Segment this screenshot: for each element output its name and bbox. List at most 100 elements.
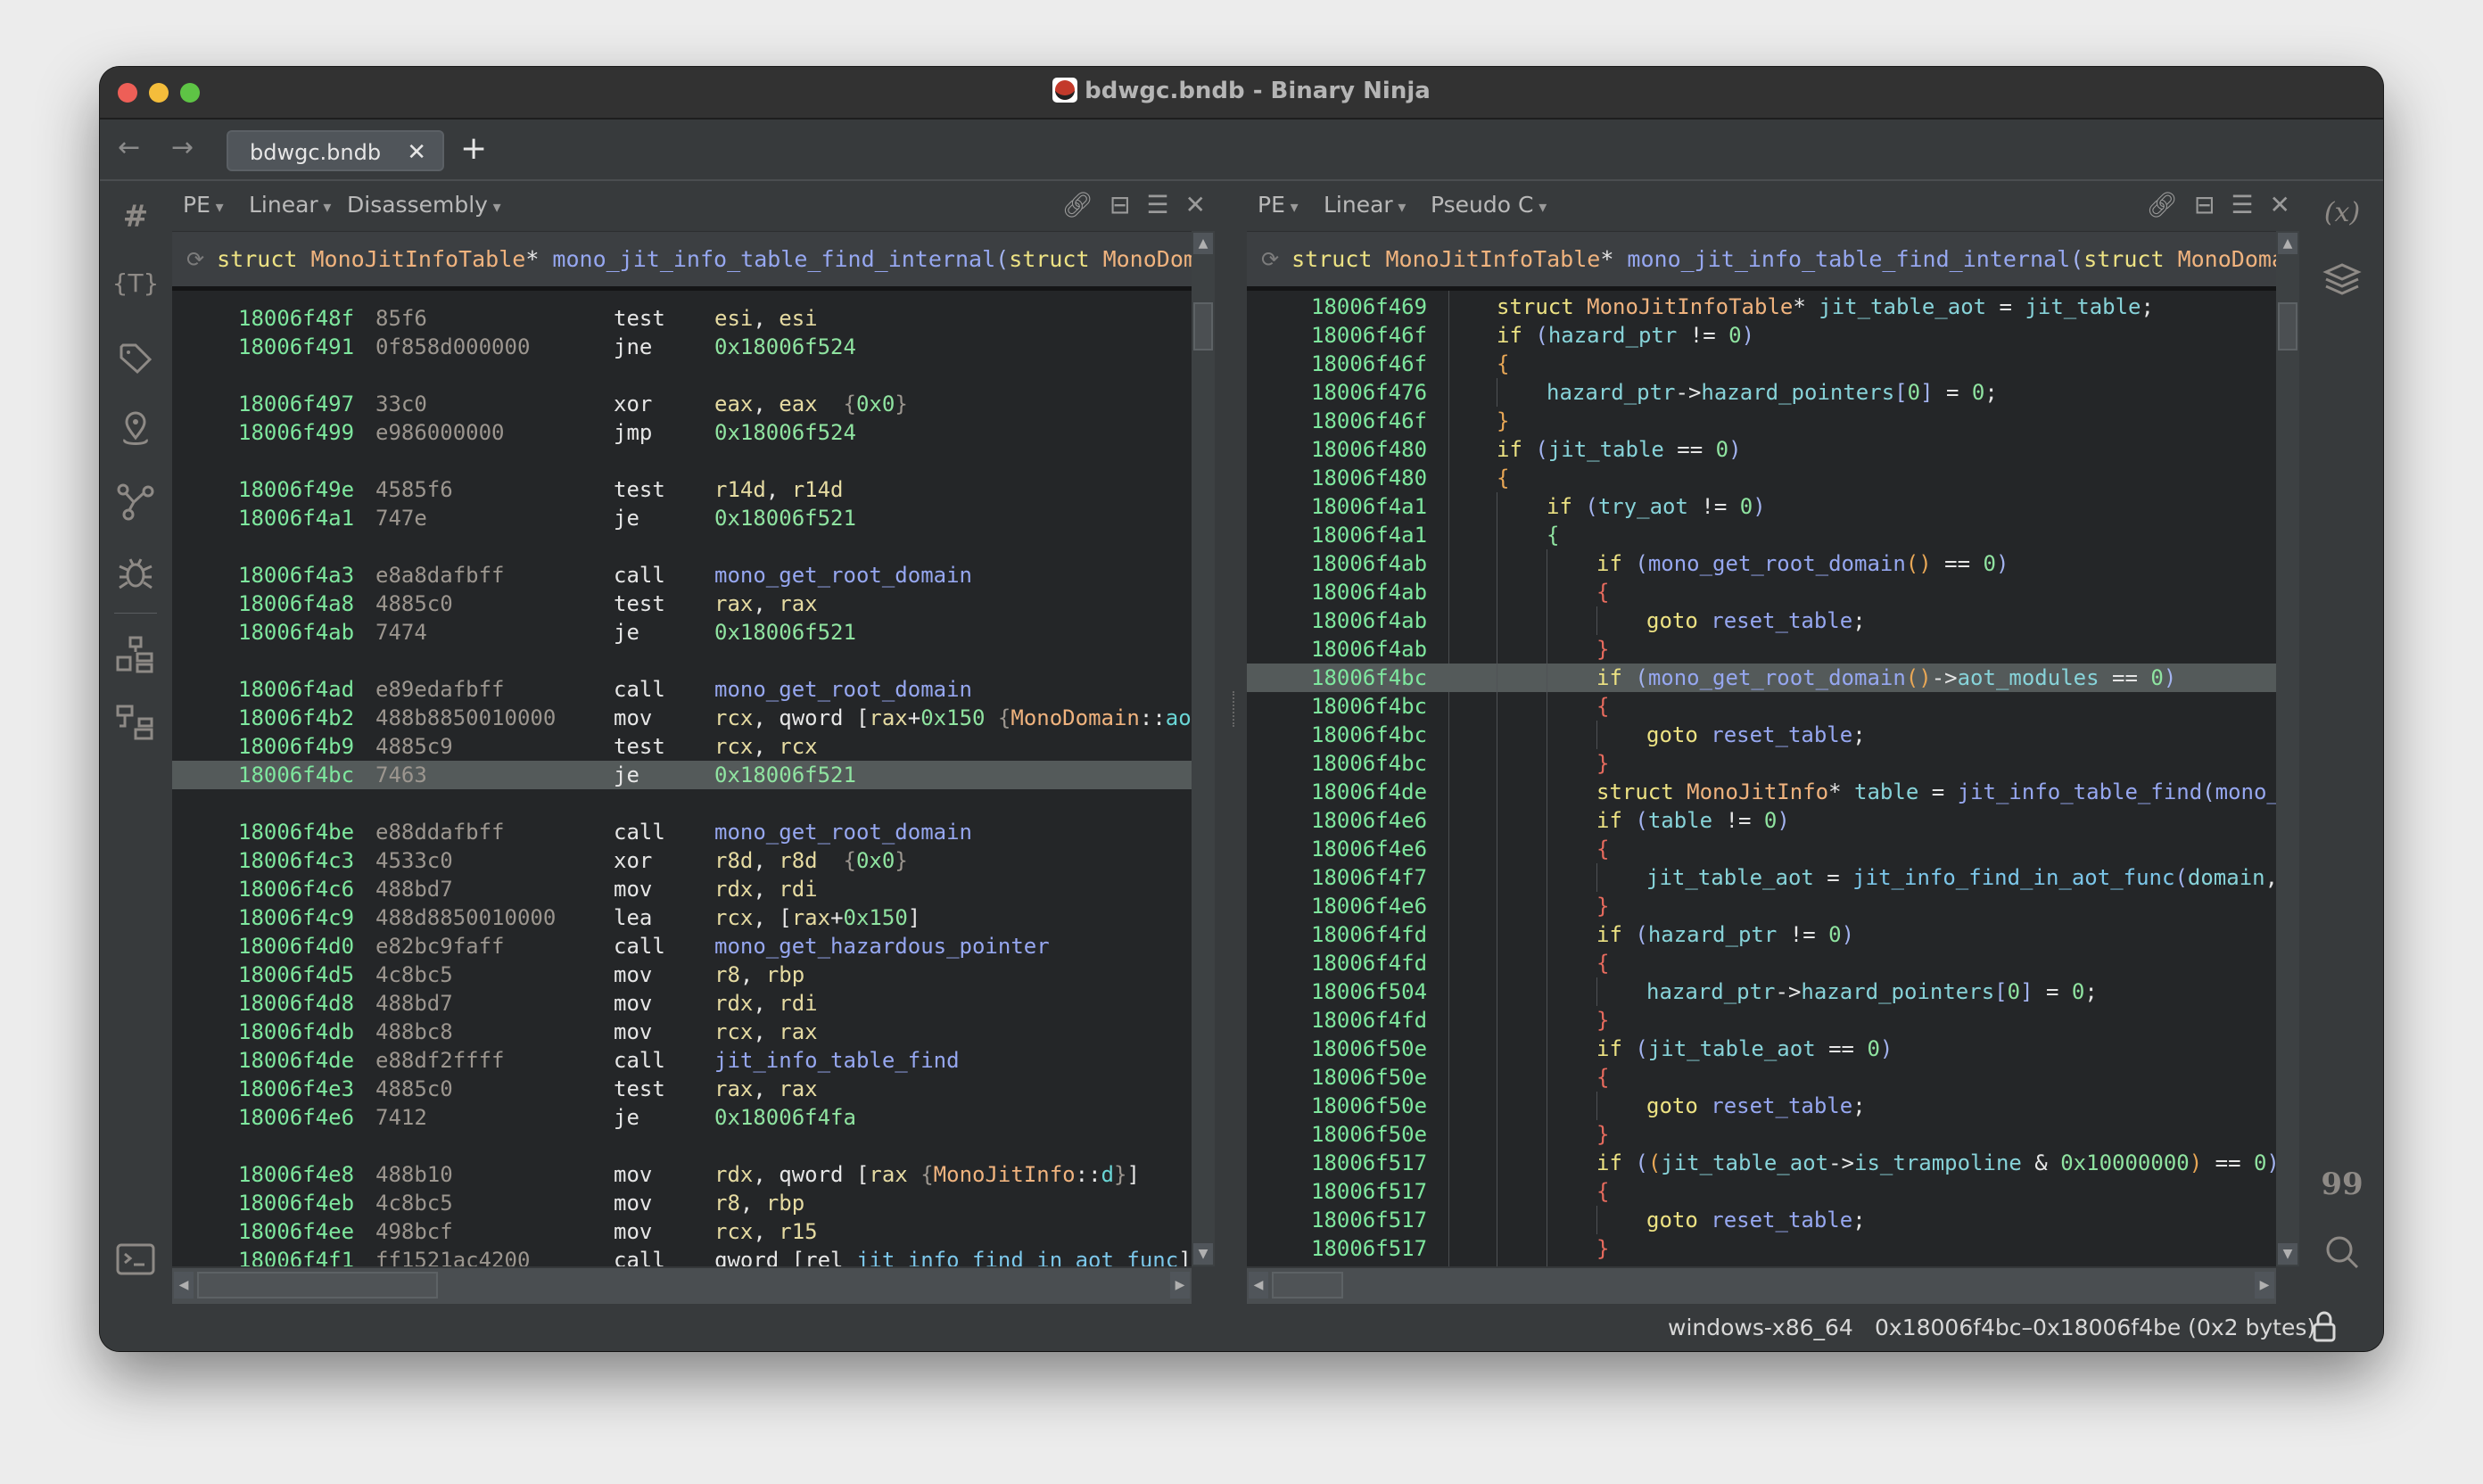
code-token[interactable]: == bbox=[1816, 1036, 1868, 1061]
code-token[interactable]: -> bbox=[1828, 1150, 1854, 1175]
code-token[interactable]: ) bbox=[2190, 1150, 2202, 1175]
signature-token[interactable] bbox=[1372, 246, 1385, 272]
instruction-address[interactable]: 18006f4bc bbox=[238, 761, 354, 789]
instruction-operands[interactable]: eax, eax {0x0} bbox=[714, 390, 908, 418]
code-token[interactable] bbox=[1574, 294, 1587, 319]
code-line[interactable]: if (jit_table == 0) bbox=[1497, 435, 1742, 464]
code-token[interactable]: == bbox=[2099, 665, 2151, 690]
code-line[interactable]: hazard_ptr->hazard_pointers[0] = 0; bbox=[1646, 977, 2098, 1006]
pseudo-c-row[interactable]: 18006f50e goto reset_table; bbox=[1247, 1092, 2276, 1120]
line-address[interactable]: 18006f480 bbox=[1311, 464, 1427, 492]
instruction-operands[interactable]: r8d, r8d {0x0} bbox=[714, 846, 908, 875]
code-token[interactable]: mono_ge bbox=[2215, 779, 2276, 804]
code-token[interactable]: ; bbox=[1852, 722, 1865, 747]
split-pane-icon[interactable]: ⊟ bbox=[2194, 190, 2215, 219]
instruction-address[interactable]: 18006f4e6 bbox=[238, 1103, 354, 1132]
operand-token[interactable]: , qword [ bbox=[753, 705, 869, 730]
code-token[interactable]: hazard_ptr bbox=[1648, 922, 1778, 947]
instruction-mnemonic[interactable]: mov bbox=[614, 1160, 652, 1189]
operand-token[interactable]: { bbox=[985, 705, 1011, 730]
operand-token[interactable]: mono_get_root_domain bbox=[714, 820, 972, 845]
signature-token[interactable]: struct bbox=[1009, 246, 1089, 272]
disassembly-row[interactable]: 18006f4de e88df2ffff call jit_info_table_fi… bbox=[172, 1046, 1192, 1075]
code-token[interactable]: = bbox=[1934, 380, 1972, 405]
pseudo-c-row[interactable]: 18006f4bc goto reset_table; bbox=[1247, 721, 2276, 749]
signature-token[interactable]: MonoJitInfoTable bbox=[1385, 246, 1600, 272]
operand-token[interactable]: rcx bbox=[714, 1019, 753, 1044]
line-address[interactable]: 18006f517 bbox=[1311, 1234, 1427, 1263]
code-line[interactable]: goto reset_table; bbox=[1646, 1206, 1866, 1234]
code-token[interactable]: = bbox=[1986, 294, 2025, 319]
code-token[interactable]: * bbox=[1828, 779, 1854, 804]
code-line[interactable]: goto reset_table; bbox=[1646, 721, 1866, 749]
pseudo-c-row[interactable]: 18006f4ab if (mono_get_root_domain() == 0… bbox=[1247, 549, 2276, 578]
scroll-down-arrow-icon[interactable]: ▼ bbox=[1193, 1243, 1213, 1265]
instruction-operands[interactable]: r14d, r14d bbox=[714, 475, 844, 504]
code-line[interactable]: { bbox=[1596, 1063, 1609, 1092]
code-line[interactable]: if (try_aot != 0) bbox=[1547, 492, 1766, 521]
code-line[interactable]: { bbox=[1547, 521, 1559, 549]
instruction-operands[interactable]: 0x18006f524 bbox=[714, 333, 856, 361]
line-address[interactable]: 18006f4fd bbox=[1311, 1006, 1427, 1035]
horizontal-scrollbar[interactable]: ◀ ▶ bbox=[1247, 1266, 2276, 1304]
line-address[interactable]: 18006f517 bbox=[1311, 1206, 1427, 1234]
scrollbar-thumb[interactable] bbox=[197, 1272, 438, 1298]
operand-token[interactable]: r8d bbox=[714, 848, 753, 873]
operand-token[interactable]: 0x0 bbox=[856, 392, 895, 416]
pseudo-c-row[interactable]: 18006f4ab goto reset_table; bbox=[1247, 606, 2276, 635]
code-token[interactable]: == bbox=[1664, 437, 1716, 462]
instruction-mnemonic[interactable]: xor bbox=[614, 846, 652, 875]
line-address[interactable]: 18006f4a1 bbox=[1311, 492, 1427, 521]
link-icon[interactable]: 🔗︎ bbox=[2146, 190, 2178, 219]
location-pin-icon[interactable] bbox=[100, 411, 171, 458]
line-address[interactable]: 18006f4ab bbox=[1311, 606, 1427, 635]
line-address[interactable]: 18006f4bc bbox=[1311, 692, 1427, 721]
disassembly-row[interactable]: 18006f48f 85f6 test esi, esi bbox=[172, 304, 1192, 333]
operand-token[interactable]: } bbox=[1114, 1162, 1126, 1187]
instruction-address[interactable]: 18006f4b2 bbox=[238, 704, 354, 732]
code-token[interactable]: 0 bbox=[1728, 323, 1741, 348]
disassembly-row[interactable]: 18006f4bc 7463 je 0x18006f521 bbox=[172, 761, 1192, 789]
disassembly-row[interactable]: 18006f4c6 488bd7 mov rdx, rdi bbox=[172, 875, 1192, 903]
operand-token[interactable]: , bbox=[766, 477, 792, 502]
line-address[interactable]: 18006f4ab bbox=[1311, 578, 1427, 606]
instruction-address[interactable]: 18006f499 bbox=[238, 418, 354, 447]
operand-token[interactable]: esi bbox=[779, 306, 817, 331]
disassembly-row[interactable]: 18006f4e3 4885c0 test rax, rax bbox=[172, 1075, 1192, 1103]
code-token[interactable]: ) bbox=[1742, 323, 1754, 348]
layers-stack-icon[interactable] bbox=[2301, 261, 2383, 305]
disassembly-row[interactable]: 18006f4eb 4c8bc5 mov r8, rbp bbox=[172, 1189, 1192, 1217]
code-token[interactable]: 0 bbox=[1740, 494, 1753, 519]
instruction-mnemonic[interactable]: je bbox=[614, 1103, 639, 1132]
operand-token[interactable]: 0x150 bbox=[844, 905, 908, 930]
code-token[interactable]: jit_table_aot bbox=[1648, 1036, 1816, 1061]
operand-token[interactable]: rbp bbox=[766, 1191, 804, 1216]
code-line[interactable]: { bbox=[1596, 578, 1609, 606]
disassembly-row[interactable]: 18006f4e6 7412 je 0x18006f4fa bbox=[172, 1103, 1192, 1132]
code-token[interactable]: if bbox=[1497, 437, 1522, 462]
line-address[interactable]: 18006f4f7 bbox=[1311, 863, 1427, 892]
code-token[interactable]: ) bbox=[1842, 922, 1854, 947]
code-line[interactable]: } bbox=[1596, 1006, 1609, 1035]
operand-token[interactable]: , bbox=[753, 734, 779, 759]
pseudo-c-row[interactable]: 18006f517} bbox=[1247, 1234, 2276, 1263]
vertical-scrollbar[interactable]: ▲ ▼ bbox=[2276, 231, 2299, 1266]
signature-token[interactable]: mono_jit_info_table_find_internal bbox=[1627, 246, 2070, 272]
signature-token[interactable]: * bbox=[525, 246, 552, 272]
instruction-mnemonic[interactable]: call bbox=[614, 561, 665, 589]
operand-token[interactable]: MonoDomain bbox=[1011, 705, 1140, 730]
code-token[interactable] bbox=[1698, 608, 1711, 633]
instruction-address[interactable]: 18006f4a8 bbox=[238, 589, 354, 618]
code-line[interactable]: } bbox=[1596, 892, 1609, 920]
instruction-operands[interactable]: jit_info_table_find bbox=[714, 1046, 960, 1075]
code-token[interactable]: == bbox=[2202, 1150, 2254, 1175]
instruction-operands[interactable]: esi, esi bbox=[714, 304, 818, 333]
code-token[interactable]: 0 bbox=[1867, 1036, 1879, 1061]
code-token[interactable]: table bbox=[1648, 808, 1712, 833]
code-token[interactable] bbox=[1698, 1093, 1711, 1118]
pseudo-c-row[interactable]: 18006f4e6 { bbox=[1247, 835, 2276, 863]
operand-token[interactable]: , bbox=[740, 962, 766, 987]
code-token[interactable]: ( bbox=[1622, 551, 1647, 576]
instruction-operands[interactable]: 0x18006f524 bbox=[714, 418, 856, 447]
code-token[interactable]: jit_table_aot bbox=[1819, 294, 1986, 319]
